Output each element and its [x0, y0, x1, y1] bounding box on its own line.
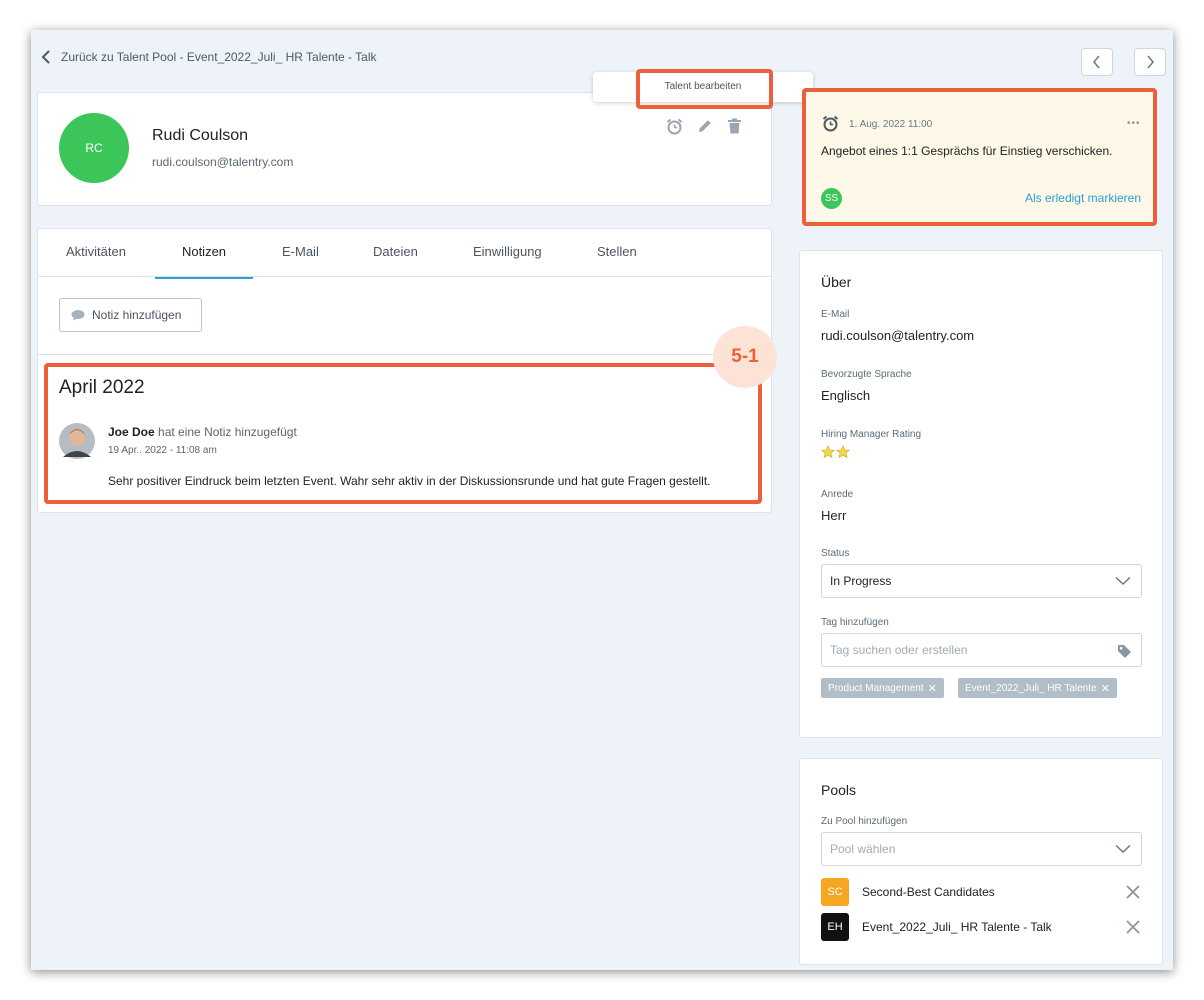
reminder-date: 1. Aug. 2022 11:00	[849, 119, 933, 130]
language-value: Englisch	[821, 388, 871, 403]
status-select[interactable]: In Progress	[821, 564, 1142, 598]
next-talent-button[interactable]	[1134, 48, 1166, 76]
chevron-down-icon	[1115, 576, 1131, 586]
close-icon[interactable]	[1126, 920, 1140, 934]
star-icon	[836, 445, 850, 459]
chevron-left-icon	[41, 50, 50, 64]
prev-talent-button[interactable]	[1081, 48, 1113, 76]
add-note-button[interactable]: Notiz hinzufügen	[59, 298, 202, 332]
about-title: Über	[821, 274, 852, 290]
reminder-text: Angebot eines 1:1 Gesprächs für Einstieg…	[821, 144, 1113, 158]
back-link[interactable]: Zurück zu Talent Pool - Event_2022_Juli_…	[41, 50, 377, 64]
language-label: Bevorzugte Sprache	[821, 369, 912, 380]
tag-remove-icon[interactable]: ✕	[1101, 682, 1110, 695]
add-note-label: Notiz hinzufügen	[92, 308, 182, 322]
tag-chip-event: Event_2022_Juli_ HR Talente ✕	[958, 678, 1117, 698]
assignee-avatar: SS	[821, 188, 842, 209]
star-icon	[821, 445, 835, 459]
pool-name: Second-Best Candidates	[862, 885, 995, 899]
rating-stars[interactable]	[821, 445, 850, 459]
pencil-icon[interactable]	[697, 118, 713, 134]
notes-highlight-box	[44, 363, 762, 504]
tag-chip-label: Product Management	[828, 682, 924, 694]
avatar: RC	[59, 113, 129, 183]
pool-item: EH Event_2022_Juli_ HR Talente - Talk	[821, 912, 1142, 942]
tab-email[interactable]: E-Mail	[282, 229, 319, 277]
profile-card: RC Rudi Coulson rudi.coulson@talentry.co…	[37, 92, 772, 206]
salutation-label: Anrede	[821, 489, 854, 500]
email-value: rudi.coulson@talentry.com	[821, 328, 975, 343]
speech-bubble-icon	[71, 310, 85, 321]
chevron-left-icon	[1093, 55, 1100, 69]
alarm-clock-icon[interactable]	[666, 118, 683, 135]
avatar-initials: RC	[85, 141, 103, 155]
app-frame: Zurück zu Talent Pool - Event_2022_Juli_…	[31, 30, 1173, 970]
tag-remove-icon[interactable]: ✕	[928, 682, 937, 695]
tab-bar: Aktivitäten Notizen E-Mail Dateien Einwi…	[38, 229, 771, 279]
add-pool-label: Zu Pool hinzufügen	[821, 816, 908, 827]
tooltip-highlight-box	[636, 69, 773, 109]
divider	[38, 354, 771, 355]
alarm-clock-icon	[822, 115, 839, 132]
tag-chip-label: Event_2022_Juli_ HR Talente	[965, 682, 1097, 694]
more-options-icon[interactable]: •••	[1127, 118, 1141, 129]
reminder-card: 1. Aug. 2022 11:00 ••• Angebot eines 1:1…	[802, 88, 1157, 226]
mark-done-link[interactable]: Als erledigt markieren	[1025, 191, 1141, 205]
tag-icon	[1118, 645, 1131, 658]
about-card: Über E-Mail rudi.coulson@talentry.com Be…	[799, 250, 1163, 738]
pool-select[interactable]: Pool wählen	[821, 832, 1142, 866]
profile-email: rudi.coulson@talentry.com	[152, 155, 294, 169]
tab-files[interactable]: Dateien	[373, 229, 418, 277]
chevron-down-icon	[1115, 844, 1131, 854]
tab-consent[interactable]: Einwilligung	[473, 229, 542, 277]
tag-placeholder: Tag suchen oder erstellen	[830, 643, 968, 657]
tag-chip-product-management: Product Management ✕	[821, 678, 944, 698]
tag-label: Tag hinzufügen	[821, 617, 889, 628]
email-label: E-Mail	[821, 309, 850, 320]
step-badge: 5-1	[713, 326, 777, 388]
pools-card: Pools Zu Pool hinzufügen Pool wählen SC …	[799, 758, 1163, 965]
pool-item: SC Second-Best Candidates	[821, 877, 1142, 907]
tab-jobs[interactable]: Stellen	[597, 229, 637, 277]
tab-notes[interactable]: Notizen	[155, 229, 253, 279]
pools-title: Pools	[821, 782, 857, 798]
pool-name: Event_2022_Juli_ HR Talente - Talk	[862, 920, 1052, 934]
chevron-right-icon	[1147, 55, 1154, 69]
status-label: Status	[821, 548, 850, 559]
profile-name: Rudi Coulson	[152, 127, 249, 144]
rating-label: Hiring Manager Rating	[821, 429, 922, 440]
pool-icon: EH	[821, 913, 849, 941]
tab-activities[interactable]: Aktivitäten	[66, 229, 126, 277]
pool-icon: SC	[821, 878, 849, 906]
status-value: In Progress	[830, 574, 892, 588]
trash-icon[interactable]	[727, 118, 742, 134]
close-icon[interactable]	[1126, 885, 1140, 899]
back-link-label: Zurück zu Talent Pool - Event_2022_Juli_…	[61, 50, 377, 64]
pool-placeholder: Pool wählen	[830, 842, 896, 856]
tag-search-input[interactable]: Tag suchen oder erstellen	[821, 633, 1142, 667]
salutation-value: Herr	[821, 508, 847, 523]
